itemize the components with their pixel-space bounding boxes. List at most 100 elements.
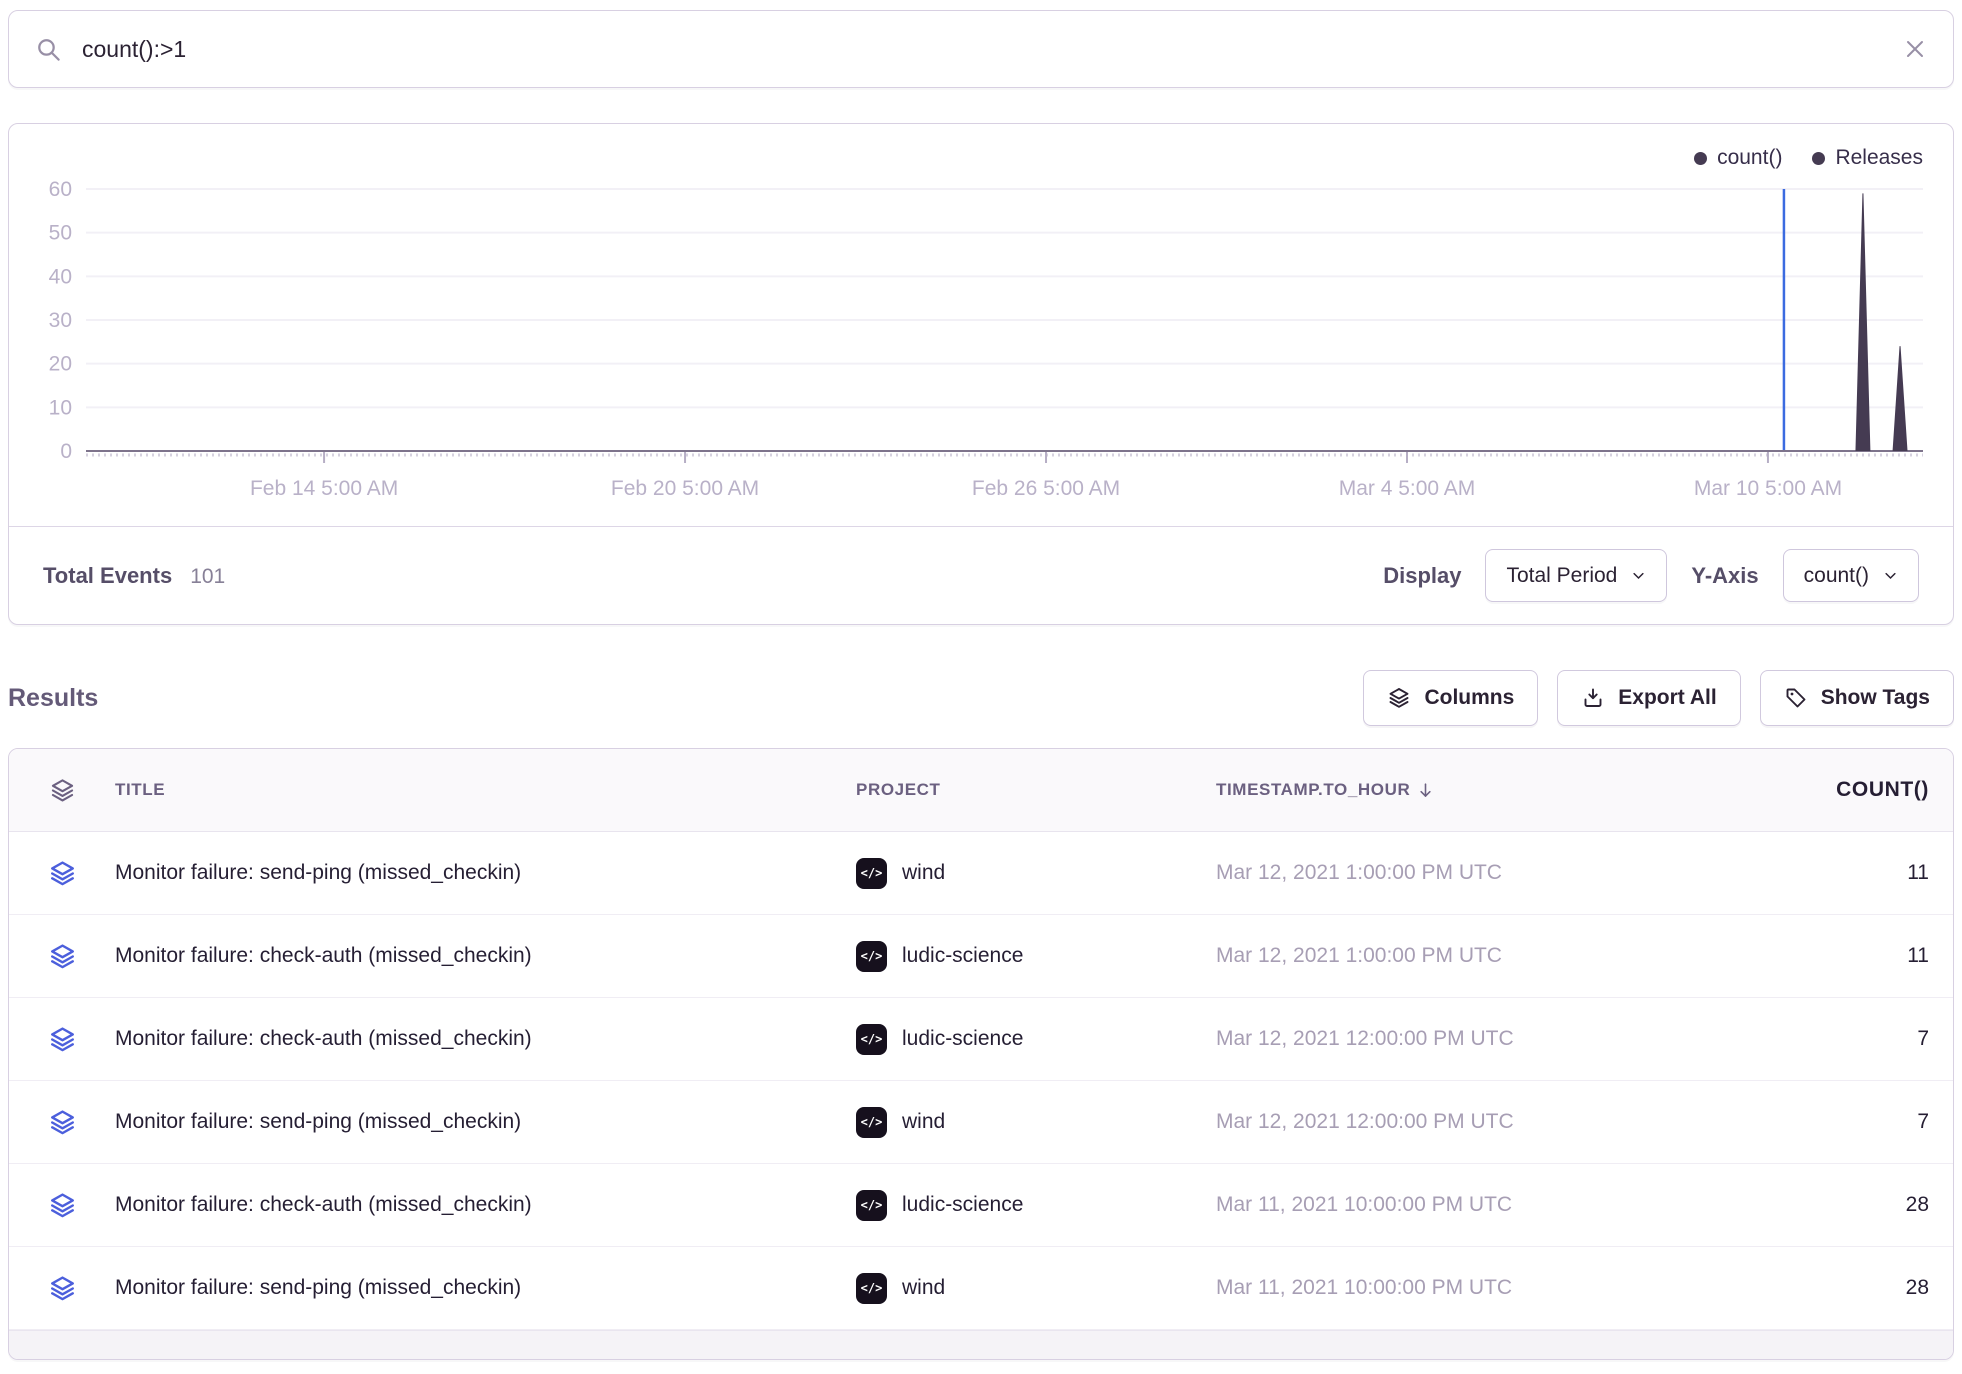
svg-text:Feb 26 5:00 AM: Feb 26 5:00 AM bbox=[972, 477, 1120, 500]
stack-row-icon bbox=[9, 1108, 115, 1137]
table-row[interactable]: Monitor failure: send-ping (missed_check… bbox=[9, 832, 1953, 915]
column-header-title[interactable]: TITLE bbox=[115, 780, 856, 800]
count-value: 28 bbox=[1713, 1276, 1953, 1300]
count-value: 7 bbox=[1713, 1110, 1953, 1134]
svg-text:30: 30 bbox=[49, 309, 72, 332]
event-title-link[interactable]: Monitor failure: send-ping (missed_check… bbox=[115, 861, 856, 885]
timestamp-value: Mar 12, 2021 12:00:00 PM UTC bbox=[1216, 1027, 1713, 1051]
code-platform-icon: </> bbox=[856, 1273, 887, 1304]
y-axis-select[interactable]: count() bbox=[1783, 549, 1919, 602]
timestamp-value: Mar 12, 2021 1:00:00 PM UTC bbox=[1216, 944, 1713, 968]
events-chart-card: count() Releases 0 10 20 30 40 50 60 Feb 14 5:0… bbox=[8, 123, 1954, 625]
column-header-timestamp[interactable]: TIMESTAMP.TO_HOUR bbox=[1216, 780, 1713, 800]
y-axis-label: Y-Axis bbox=[1691, 563, 1758, 589]
results-table: TITLE PROJECT TIMESTAMP.TO_HOUR COUNT() … bbox=[8, 748, 1954, 1360]
svg-text:Feb 14 5:00 AM: Feb 14 5:00 AM bbox=[250, 477, 398, 500]
event-title-link[interactable]: Monitor failure: check-auth (missed_chec… bbox=[115, 944, 856, 968]
legend-label-releases: Releases bbox=[1835, 146, 1923, 170]
svg-text:Mar 4 5:00 AM: Mar 4 5:00 AM bbox=[1339, 477, 1476, 500]
table-row[interactable]: Monitor failure: check-auth (missed_chec… bbox=[9, 1164, 1953, 1247]
legend-dot-count-icon bbox=[1694, 152, 1707, 165]
svg-text:0: 0 bbox=[60, 440, 72, 463]
svg-text:50: 50 bbox=[49, 222, 72, 245]
show-tags-button[interactable]: Show Tags bbox=[1760, 670, 1954, 726]
table-row[interactable]: Monitor failure: check-auth (missed_chec… bbox=[9, 998, 1953, 1081]
table-row[interactable]: Monitor failure: check-auth (missed_chec… bbox=[9, 915, 1953, 998]
count-value: 11 bbox=[1713, 861, 1953, 885]
project-cell: </> ludic-science bbox=[856, 1024, 1216, 1055]
display-select-value: Total Period bbox=[1506, 564, 1617, 588]
table-row[interactable]: Monitor failure: send-ping (missed_check… bbox=[9, 1081, 1953, 1164]
export-all-button[interactable]: Export All bbox=[1557, 670, 1740, 726]
close-icon[interactable] bbox=[1903, 37, 1927, 61]
layers-icon bbox=[1387, 686, 1411, 710]
count-value: 11 bbox=[1713, 944, 1953, 968]
project-cell: </> ludic-science bbox=[856, 941, 1216, 972]
stack-header-icon[interactable] bbox=[9, 777, 115, 804]
results-header: Results Columns Export All bbox=[8, 668, 1954, 728]
chevron-down-icon bbox=[1631, 568, 1646, 583]
event-title-link[interactable]: Monitor failure: check-auth (missed_chec… bbox=[115, 1027, 856, 1051]
project-name: ludic-science bbox=[902, 1193, 1023, 1217]
project-name: wind bbox=[902, 861, 945, 885]
y-axis-select-value: count() bbox=[1804, 564, 1869, 588]
code-platform-icon: </> bbox=[856, 858, 887, 889]
svg-text:Feb 20 5:00 AM: Feb 20 5:00 AM bbox=[611, 477, 759, 500]
chart-legend: count() Releases bbox=[1694, 146, 1923, 170]
project-cell: </> ludic-science bbox=[856, 1190, 1216, 1221]
column-header-timestamp-label: TIMESTAMP.TO_HOUR bbox=[1216, 780, 1410, 800]
columns-button[interactable]: Columns bbox=[1363, 670, 1538, 726]
chevron-down-icon bbox=[1883, 568, 1898, 583]
search-bar-input[interactable]: count():>1 bbox=[8, 10, 1954, 88]
code-platform-icon: </> bbox=[856, 1107, 887, 1138]
table-row[interactable]: Monitor failure: send-ping (missed_check… bbox=[9, 1247, 1953, 1330]
event-title-link[interactable]: Monitor failure: check-auth (missed_chec… bbox=[115, 1193, 856, 1217]
legend-label-count: count() bbox=[1717, 146, 1782, 170]
project-name: ludic-science bbox=[902, 1027, 1023, 1051]
table-body: Monitor failure: send-ping (missed_check… bbox=[9, 832, 1953, 1330]
legend-item-releases[interactable]: Releases bbox=[1812, 146, 1923, 170]
event-title-link[interactable]: Monitor failure: send-ping (missed_check… bbox=[115, 1110, 856, 1134]
search-query-text: count():>1 bbox=[82, 36, 186, 63]
export-all-button-label: Export All bbox=[1618, 686, 1716, 710]
events-chart[interactable]: 0 10 20 30 40 50 60 Feb 14 5:00 AM Feb 20 5:00 A… bbox=[9, 124, 1953, 526]
legend-item-count[interactable]: count() bbox=[1694, 146, 1782, 170]
total-events-value: 101 bbox=[190, 565, 225, 589]
timestamp-value: Mar 12, 2021 1:00:00 PM UTC bbox=[1216, 861, 1713, 885]
column-header-count[interactable]: COUNT() bbox=[1713, 778, 1953, 802]
timestamp-value: Mar 12, 2021 12:00:00 PM UTC bbox=[1216, 1110, 1713, 1134]
project-name: wind bbox=[902, 1276, 945, 1300]
code-platform-icon: </> bbox=[856, 1190, 887, 1221]
legend-dot-releases-icon bbox=[1812, 152, 1825, 165]
stack-row-icon bbox=[9, 1025, 115, 1054]
table-footer-strip bbox=[9, 1330, 1953, 1360]
project-cell: </> wind bbox=[856, 1107, 1216, 1138]
search-icon bbox=[35, 36, 62, 63]
chart-footer: Total Events 101 Display Total Period Y-… bbox=[9, 526, 1953, 624]
results-actions: Columns Export All Show Tags bbox=[1363, 670, 1954, 726]
svg-text:Mar 10 5:00 AM: Mar 10 5:00 AM bbox=[1694, 477, 1842, 500]
svg-text:40: 40 bbox=[49, 265, 72, 288]
project-cell: </> wind bbox=[856, 858, 1216, 889]
table-header-row: TITLE PROJECT TIMESTAMP.TO_HOUR COUNT() bbox=[9, 749, 1953, 832]
project-name: ludic-science bbox=[902, 944, 1023, 968]
stack-row-icon bbox=[9, 1191, 115, 1220]
event-title-link[interactable]: Monitor failure: send-ping (missed_check… bbox=[115, 1276, 856, 1300]
stack-row-icon bbox=[9, 942, 115, 971]
column-header-project[interactable]: PROJECT bbox=[856, 780, 1216, 800]
stack-row-icon bbox=[9, 859, 115, 888]
timestamp-value: Mar 11, 2021 10:00:00 PM UTC bbox=[1216, 1193, 1713, 1217]
results-title: Results bbox=[8, 684, 98, 713]
svg-text:20: 20 bbox=[49, 353, 72, 376]
project-name: wind bbox=[902, 1110, 945, 1134]
svg-text:60: 60 bbox=[49, 178, 72, 201]
sort-desc-arrow-icon bbox=[1416, 781, 1435, 800]
timestamp-value: Mar 11, 2021 10:00:00 PM UTC bbox=[1216, 1276, 1713, 1300]
total-events: Total Events 101 bbox=[43, 563, 225, 589]
show-tags-button-label: Show Tags bbox=[1821, 686, 1930, 710]
svg-text:10: 10 bbox=[49, 396, 72, 419]
chart-controls: Display Total Period Y-Axis count() bbox=[1383, 549, 1919, 602]
code-platform-icon: </> bbox=[856, 941, 887, 972]
stack-row-icon bbox=[9, 1274, 115, 1303]
display-select[interactable]: Total Period bbox=[1485, 549, 1667, 602]
